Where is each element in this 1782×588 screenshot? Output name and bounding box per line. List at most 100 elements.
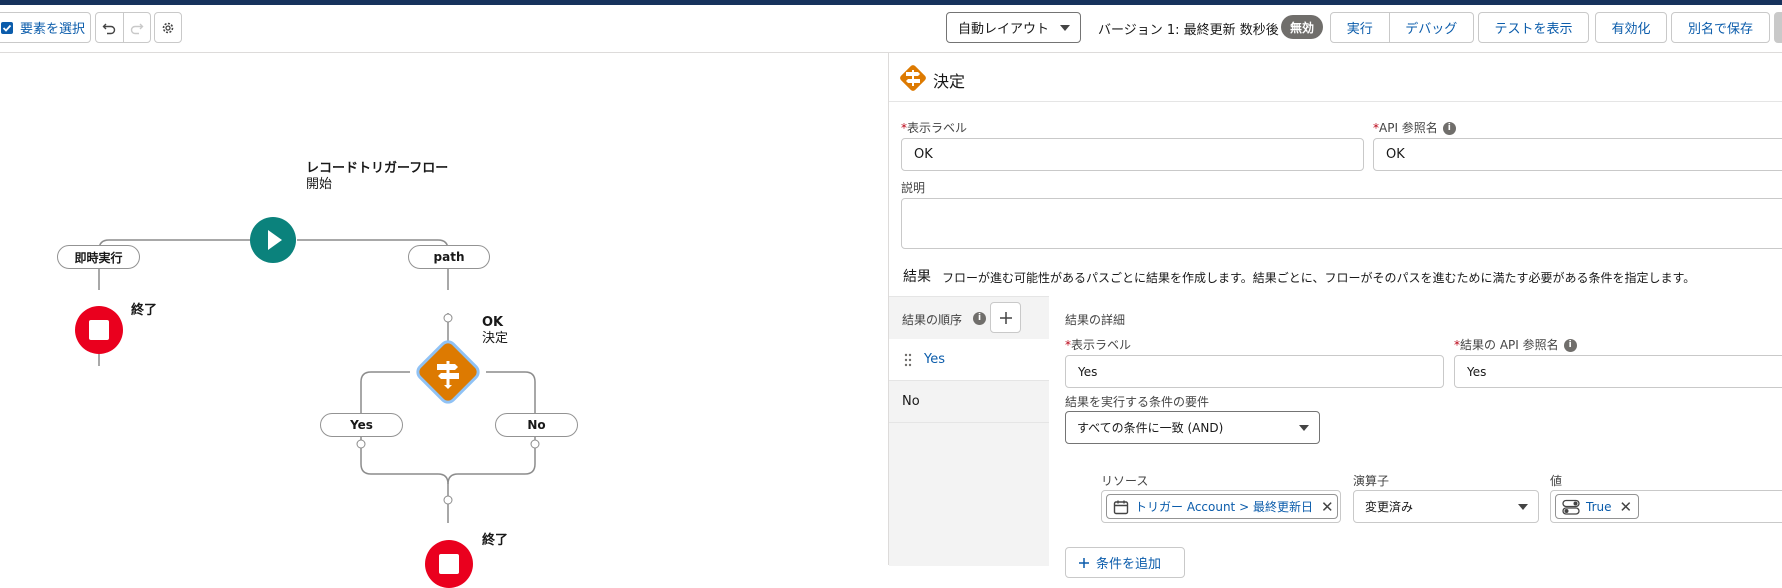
- add-condition-label: 条件を追加: [1096, 557, 1162, 572]
- info-icon[interactable]: i: [1442, 122, 1456, 135]
- value-field[interactable]: True ✕: [1550, 490, 1782, 523]
- end-node-2-label: 終了: [482, 533, 509, 548]
- decision-node-title: OK: [482, 315, 504, 330]
- label-field-label: *表示ラベル: [901, 121, 968, 135]
- gear-icon: [162, 22, 174, 33]
- save-as-button[interactable]: 別名で保存: [1671, 12, 1770, 43]
- panel-header: 決定: [889, 53, 1782, 102]
- info-icon[interactable]: i: [1563, 339, 1577, 352]
- end-node-1[interactable]: [75, 306, 123, 354]
- value-label: 値: [1550, 474, 1563, 488]
- outcome-item-no-label: No: [902, 394, 920, 409]
- api-field-label: *API 参照名 i: [1373, 119, 1456, 136]
- value-chip-text: True: [1586, 499, 1612, 514]
- outcome-item-no[interactable]: No: [889, 381, 1049, 423]
- condition-requirement-select[interactable]: すべての条件に一致 (AND): [1065, 411, 1320, 444]
- chevron-down-icon: [1518, 503, 1528, 510]
- select-elements-label: 要素を選択: [19, 22, 85, 37]
- panel-title: 決定: [933, 72, 966, 91]
- stop-icon: [89, 320, 109, 340]
- decision-icon: [437, 361, 459, 389]
- outcome-api-input[interactable]: Yes: [1454, 355, 1782, 388]
- close-icon[interactable]: ✕: [1620, 498, 1633, 516]
- branch-immediate[interactable]: 即時実行: [57, 245, 140, 269]
- outcome-api-field-label-text: 結果の API 参照名: [1460, 338, 1559, 352]
- start-node-subtitle: 開始: [306, 177, 333, 192]
- plus-icon: [1079, 557, 1089, 568]
- version-text: バージョン 1: 最終更新 数秒後: [1098, 23, 1279, 38]
- operator-select-value: 変更済み: [1365, 500, 1414, 514]
- redo-button[interactable]: [122, 13, 150, 42]
- operator-select[interactable]: 変更済み: [1353, 490, 1539, 523]
- value-chip[interactable]: True ✕: [1555, 494, 1640, 519]
- layout-select[interactable]: 自動レイアウト: [946, 12, 1081, 43]
- calendar-icon: [1113, 500, 1129, 514]
- results-heading: 結果: [903, 269, 931, 285]
- resource-label: リソース: [1101, 474, 1149, 488]
- decision-properties-panel: 決定 *表示ラベル OK *API 参照名 i OK 説明 結果 フローが進む可能…: [888, 53, 1782, 578]
- play-icon: [268, 230, 282, 250]
- end-node-1-label: 終了: [131, 303, 158, 318]
- start-node-label: レコードトリガーフロー 開始: [306, 161, 448, 193]
- outcome-order-label: 結果の順序: [902, 313, 963, 327]
- api-name-input[interactable]: OK: [1373, 138, 1782, 171]
- run-button[interactable]: 実行: [1331, 13, 1389, 42]
- outcome-item-yes[interactable]: Yes: [889, 339, 1049, 381]
- undo-button[interactable]: [96, 13, 123, 42]
- status-badge: 無効: [1281, 15, 1323, 39]
- settings-button[interactable]: [154, 12, 182, 43]
- drag-handle-icon[interactable]: [904, 353, 914, 367]
- decision-icon: [900, 65, 926, 91]
- redo-icon: [130, 23, 144, 34]
- resource-field[interactable]: トリガー Account > 最終更新日 ✕: [1101, 490, 1341, 523]
- label-field-label-text: 表示ラベル: [907, 121, 968, 135]
- activate-button[interactable]: 有効化: [1595, 12, 1667, 43]
- outcome-label-input[interactable]: Yes: [1065, 355, 1444, 388]
- branch-path[interactable]: path: [408, 245, 490, 269]
- api-field-label-text: API 参照名: [1379, 121, 1438, 135]
- outcome-yes[interactable]: Yes: [320, 413, 403, 437]
- toggle-icon: [1562, 499, 1580, 515]
- decision-node[interactable]: [416, 340, 480, 404]
- outcome-no[interactable]: No: [495, 413, 578, 437]
- start-node[interactable]: [250, 217, 296, 263]
- info-icon[interactable]: i: [973, 312, 986, 325]
- close-icon[interactable]: ✕: [1321, 498, 1334, 516]
- outcome-label-field-label: *表示ラベル: [1065, 338, 1132, 352]
- outcome-api-field-label: *結果の API 参照名 i: [1454, 336, 1577, 353]
- outcome-item-yes-label: Yes: [924, 352, 945, 367]
- chevron-down-icon: [1299, 424, 1309, 431]
- decision-node-label: OK 決定: [482, 315, 508, 347]
- undo-icon: [102, 23, 116, 34]
- checkbox-icon: [0, 21, 13, 34]
- outcome-order-list: 結果の順序 i Yes No: [889, 296, 1049, 566]
- operator-label: 演算子: [1353, 474, 1390, 488]
- add-outcome-button[interactable]: [990, 302, 1021, 333]
- undo-redo-group: [95, 12, 151, 43]
- condition-requirement-value: すべての条件に一致 (AND): [1077, 421, 1224, 435]
- chevron-down-icon: [1060, 24, 1070, 31]
- outcome-label-field-label-text: 表示ラベル: [1071, 338, 1132, 352]
- description-label: 説明: [901, 181, 926, 195]
- end-node-2[interactable]: [425, 540, 473, 588]
- resource-chip-text: トリガー Account > 最終更新日: [1135, 500, 1313, 514]
- run-debug-group: 実行 デバッグ: [1330, 12, 1474, 43]
- plus-icon: [999, 311, 1012, 324]
- outcome-details-heading: 結果の詳細: [1065, 313, 1126, 327]
- show-tests-button[interactable]: テストを表示: [1478, 12, 1589, 43]
- save-button[interactable]: [1774, 12, 1782, 43]
- debug-button[interactable]: デバッグ: [1388, 13, 1473, 42]
- outcome-order-header: 結果の順序 i: [889, 297, 1049, 340]
- description-textarea[interactable]: [901, 198, 1782, 249]
- builder-toolbar: 要素を選択 自動レイアウト バージョン 1: 最終更新 数秒後 無効 実行 デバ…: [0, 5, 1782, 53]
- add-condition-button[interactable]: 条件を追加: [1065, 547, 1185, 578]
- select-elements-button[interactable]: 要素を選択: [0, 12, 91, 43]
- flow-canvas[interactable]: レコードトリガーフロー 開始 即時実行 path 終了 OK 決定 Yes No…: [0, 53, 888, 588]
- decision-node-subtitle: 決定: [482, 331, 509, 346]
- condition-requirement-label: 結果を実行する条件の要件: [1065, 395, 1210, 409]
- start-node-title: レコードトリガーフロー: [306, 161, 449, 176]
- label-input[interactable]: OK: [901, 138, 1364, 171]
- stop-icon: [439, 554, 459, 574]
- results-help-text: フローが進む可能性があるパスごとに結果を作成します。結果ごとに、フローがそのパス…: [942, 271, 1696, 285]
- resource-chip[interactable]: トリガー Account > 最終更新日 ✕: [1106, 494, 1338, 519]
